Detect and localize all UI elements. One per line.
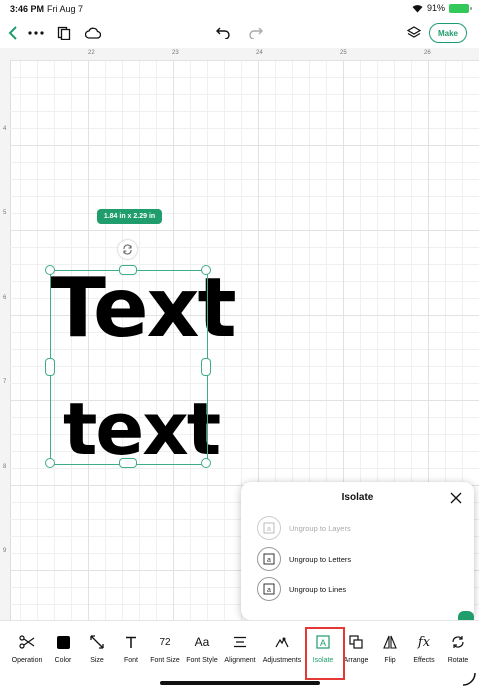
ruler-mark: 4 (3, 126, 7, 132)
size-label: Size (90, 657, 104, 664)
alignment-icon (233, 631, 247, 653)
resize-arrows-icon (90, 631, 104, 653)
ruler-mark: 26 (424, 50, 431, 56)
size-badge: 1.84 in x 2.29 in (97, 209, 162, 224)
svg-text:a: a (267, 526, 271, 533)
ungroup-lines-icon: a (257, 577, 281, 601)
isolate-panel-title: Isolate (341, 492, 374, 503)
resize-handle-top-left[interactable] (45, 265, 55, 275)
flip-icon (383, 631, 397, 653)
corner-curve-icon (462, 672, 476, 686)
adjustments-button[interactable]: Adjustments (260, 631, 304, 677)
isolate-panel: Isolate a Ungroup to Layers a Ungroup to… (241, 482, 474, 620)
alignment-button[interactable]: Alignment (218, 631, 262, 677)
effects-fx-icon: fx (417, 634, 431, 650)
top-toolbar: Make (0, 18, 479, 48)
back-chevron-icon[interactable] (4, 24, 22, 42)
wifi-icon (412, 4, 423, 12)
resize-handle-bottom-right[interactable] (201, 458, 211, 468)
resize-handle-left[interactable] (45, 358, 55, 376)
rotate-button[interactable]: Rotate (436, 631, 479, 677)
ungroup-to-layers-option: a Ungroup to Layers (257, 516, 351, 540)
resize-handle-top[interactable] (119, 265, 137, 275)
rotate-handle-icon[interactable] (118, 240, 137, 259)
close-icon[interactable] (450, 491, 462, 504)
rotate-icon (451, 631, 465, 653)
cloud-save-icon[interactable] (84, 24, 102, 42)
alignment-label: Alignment (224, 657, 256, 664)
ungroup-to-lines-label: Ungroup to Lines (289, 584, 347, 594)
ruler-mark: 24 (256, 50, 263, 56)
layers-icon[interactable] (405, 24, 423, 42)
adjustments-icon (275, 631, 289, 653)
flip-label: Flip (384, 657, 396, 664)
more-options-icon[interactable] (27, 24, 45, 42)
operation-label: Operation (11, 657, 43, 664)
operation-icon (19, 631, 35, 653)
make-button[interactable]: Make (429, 23, 467, 43)
font-size-icon: 72 (159, 636, 171, 648)
project-pages-icon[interactable] (55, 24, 73, 42)
resize-handle-top-right[interactable] (201, 265, 211, 275)
status-date: Fri Aug 7 (47, 4, 84, 14)
bottom-toolbar: Operation Color Size Font 72 Font Size A… (0, 620, 479, 690)
arrange-label: Arrange (343, 657, 369, 664)
isolate-highlight-frame (305, 627, 345, 680)
battery-percent: 91% (426, 3, 445, 13)
ruler-mark: 23 (172, 50, 179, 56)
font-size-label: Font Size (150, 657, 180, 664)
color-label: Color (54, 657, 72, 664)
resize-handle-bottom-left[interactable] (45, 458, 55, 468)
redo-icon[interactable] (247, 24, 265, 42)
ruler-mark: 8 (3, 464, 7, 470)
ungroup-layers-icon: a (257, 516, 281, 540)
home-indicator (160, 681, 320, 685)
ruler-mark: 6 (3, 295, 7, 301)
ungroup-letters-icon: a (257, 547, 281, 571)
status-right: 91% (412, 3, 472, 13)
ruler-mark: 9 (3, 548, 7, 554)
selection-box[interactable] (50, 270, 208, 465)
ungroup-to-letters-label: Ungroup to Letters (289, 554, 352, 564)
hidden-button-edge (458, 611, 474, 620)
ungroup-to-layers-label: Ungroup to Layers (289, 523, 351, 533)
undo-icon[interactable] (214, 24, 232, 42)
font-style-label: Font Style (186, 657, 218, 664)
adjustments-label: Adjustments (262, 657, 302, 664)
ungroup-to-lines-option[interactable]: a Ungroup to Lines (257, 577, 346, 601)
font-label: Font (123, 657, 138, 664)
ruler-mark: 5 (3, 210, 7, 216)
rotate-label: Rotate (447, 657, 469, 664)
svg-text:a: a (267, 557, 271, 564)
font-t-icon (125, 631, 137, 653)
svg-text:a: a (267, 587, 271, 594)
battery-icon (449, 3, 472, 13)
arrange-icon (349, 631, 363, 653)
ruler-mark: 7 (3, 379, 7, 385)
status-time: 3:46 PM (10, 4, 45, 14)
ruler-mark: 25 (340, 50, 347, 56)
resize-handle-bottom[interactable] (119, 458, 137, 468)
status-bar: 3:46 PM Fri Aug 7 91% (0, 0, 479, 18)
ruler-mark: 22 (88, 50, 95, 56)
ungroup-to-letters-option[interactable]: a Ungroup to Letters (257, 547, 351, 571)
effects-label: Effects (413, 657, 435, 664)
color-swatch-icon (56, 631, 70, 653)
font-style-icon: Aa (194, 635, 210, 649)
resize-handle-right[interactable] (201, 358, 211, 376)
